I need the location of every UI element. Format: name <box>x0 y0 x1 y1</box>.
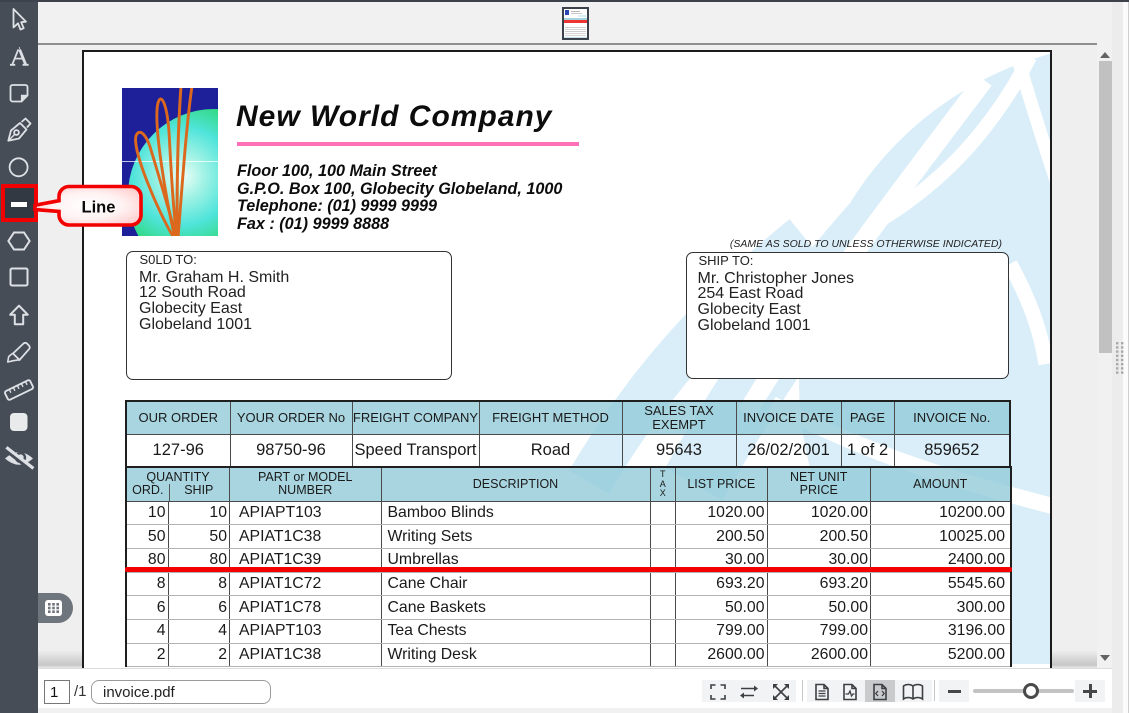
svg-text:Line: Line <box>82 198 116 216</box>
